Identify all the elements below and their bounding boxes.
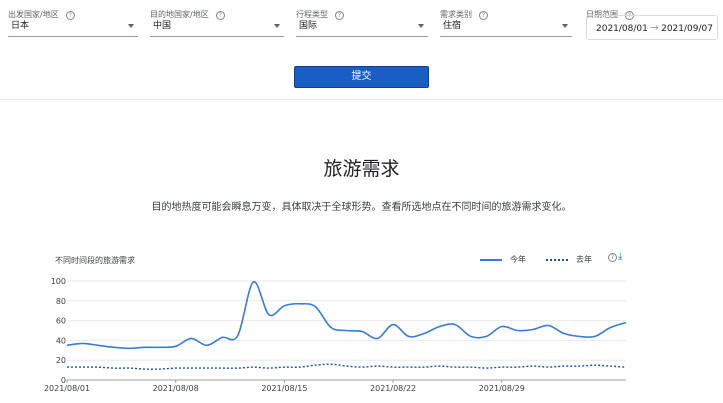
- x-tick-label: 2021/08/15: [261, 384, 307, 393]
- date-range-picker[interactable]: 2021/08/01 → 2021/09/07: [586, 15, 718, 40]
- legend-this-year-label: 今年: [510, 255, 526, 264]
- x-tick-label: 2021/08/29: [479, 384, 525, 393]
- legend-last-year-label: 去年: [576, 255, 592, 264]
- filter-bar: 出发国家/地区? 日本 目的地国家/地区? 中国 行程类型? 国际 需求类别? …: [0, 0, 723, 100]
- trip-type-select[interactable]: 国际: [296, 15, 428, 37]
- chevron-down-icon: [418, 24, 424, 28]
- section-subtitle: 目的地热度可能会瞬息万变，具体取决于全球形势。查看所选地点在不同时间的旅游需求变…: [151, 202, 572, 213]
- arrow-right-icon: →: [649, 21, 660, 34]
- demand-type-value: 住宿: [443, 21, 462, 31]
- chart-title: 不同时间段的旅游需求: [55, 256, 135, 265]
- chart-help-icon[interactable]: ?: [608, 253, 617, 262]
- chevron-down-icon: [562, 24, 568, 28]
- y-tick-label: 20: [56, 356, 66, 365]
- section-title: 旅游需求: [323, 158, 400, 180]
- download-icon[interactable]: ⤓: [618, 251, 622, 262]
- series-line-last-year: [67, 363, 627, 370]
- chevron-down-icon: [274, 24, 280, 28]
- origin-value: 日本: [11, 21, 30, 31]
- y-tick-label: 80: [56, 297, 66, 306]
- destination-value: 中国: [153, 21, 172, 31]
- x-tick-label: 2021/08/08: [153, 384, 199, 393]
- demand-line-chart: 0204060801002021/08/01 2021/08/08 2021/08/…: [44, 277, 627, 393]
- x-tick-label: 2021/08/01: [44, 384, 90, 393]
- submit-button[interactable]: 提交: [294, 66, 429, 88]
- x-tick-label: 2021/08/22: [370, 384, 416, 393]
- legend-solid-swatch: [480, 258, 502, 261]
- trip-type-value: 国际: [299, 21, 318, 31]
- origin-select[interactable]: 日本: [8, 15, 138, 37]
- date-range-end: 2021/09/07: [661, 24, 713, 34]
- destination-select[interactable]: 中国: [150, 15, 284, 37]
- y-tick-label: 40: [56, 336, 66, 345]
- legend-last-year[interactable]: 去年: [546, 254, 592, 265]
- legend-dotted-swatch: [546, 258, 568, 261]
- date-range-start: 2021/08/01: [596, 24, 648, 34]
- demand-type-select[interactable]: 住宿: [440, 15, 572, 37]
- y-tick-label: 60: [56, 317, 66, 326]
- y-tick-label: 100: [51, 277, 66, 286]
- legend-this-year[interactable]: 今年: [480, 254, 526, 265]
- series-line-this-year: [66, 281, 627, 350]
- chevron-down-icon: [128, 24, 134, 28]
